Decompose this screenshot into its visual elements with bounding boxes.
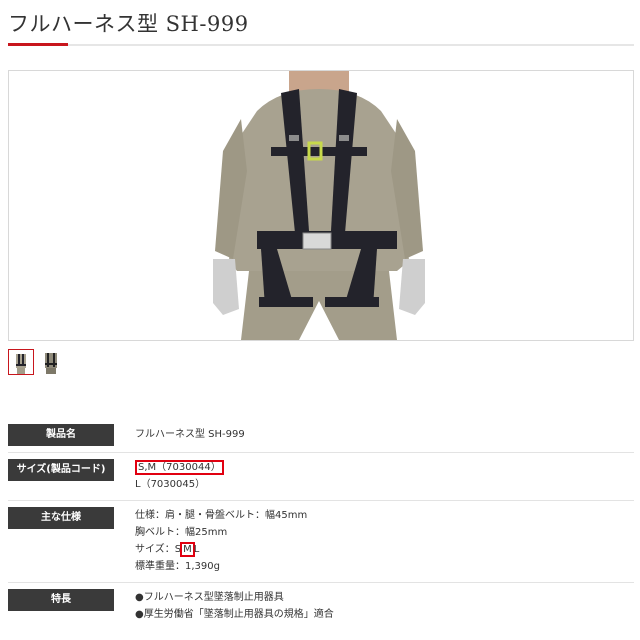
product-name-value: フルハーネス型 SH-999: [135, 429, 245, 440]
size-code-l-value: L（7030045）: [135, 479, 206, 490]
spec-chest-belt: 胸ベルト：幅25mm: [135, 527, 228, 538]
spec-label-product-name: 製品名: [8, 424, 114, 446]
main-product-image[interactable]: [8, 70, 634, 341]
spec-belt-width: 仕様：肩・腿・骨盤ベルト：幅45mm: [135, 510, 308, 521]
feature-item: ●フルハーネス型墜落制止用器具: [135, 592, 284, 603]
row-divider: [8, 452, 634, 453]
thumbnail-image-icon: [45, 353, 57, 374]
spec-label-main-spec: 主な仕様: [8, 507, 114, 529]
size-code-sm-value: S,M（7030044）: [135, 460, 224, 475]
thumbnail-harness-front[interactable]: [8, 349, 34, 375]
spec-label-features: 特長: [8, 589, 114, 611]
row-divider: [8, 500, 634, 501]
title-divider: [8, 44, 634, 46]
size-m-highlight: M: [180, 542, 195, 557]
title-accent-bar: [8, 43, 68, 46]
spec-weight: 標準重量：1,390g: [135, 561, 220, 572]
page-title: フルハーネス型 SH-999: [8, 12, 249, 36]
harness-illustration: [213, 71, 425, 340]
thumbnail-image-icon: [16, 354, 26, 374]
spec-label-size-code: サイズ(製品コード): [8, 459, 114, 481]
feature-item: ●厚生労働省「墜落制止用器具の規格」適合: [135, 609, 334, 620]
spec-sizes: サイズ：S M L: [135, 542, 200, 557]
row-divider: [8, 582, 634, 583]
thumbnail-harness-worn[interactable]: [38, 349, 64, 375]
